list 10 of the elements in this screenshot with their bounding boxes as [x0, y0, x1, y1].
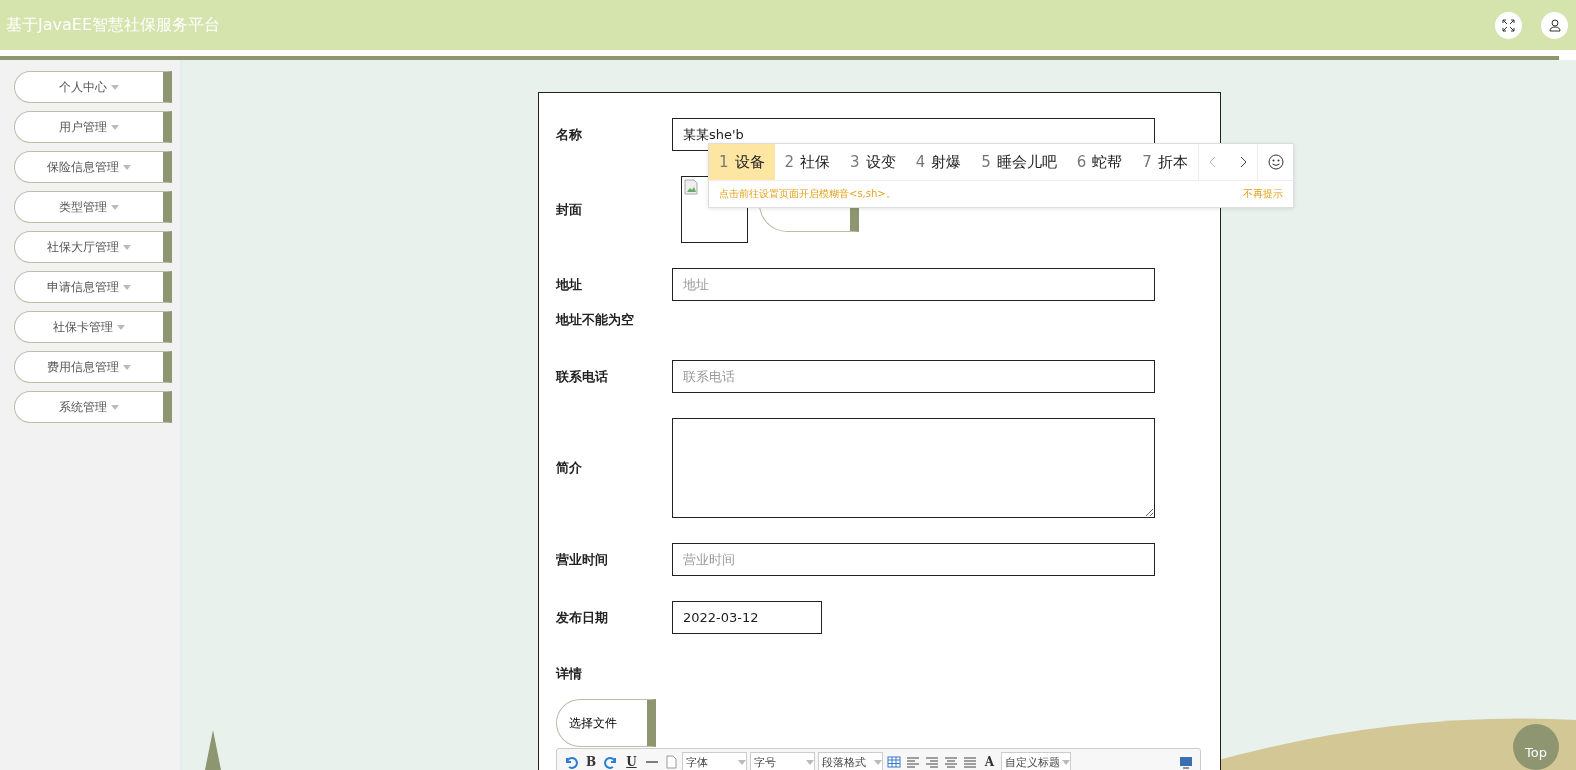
- field-label: 简介: [556, 459, 583, 477]
- app-title: 基于JavaEE智慧社保服务平台: [6, 14, 221, 36]
- field-label: 联系电话: [556, 367, 609, 386]
- field-label: 名称: [556, 125, 583, 144]
- field-label: 封面: [556, 200, 583, 219]
- field-label: 地址: [556, 275, 583, 294]
- error-message: 地址不能为空: [556, 311, 635, 329]
- field-label: 详情: [556, 665, 583, 683]
- field-label: 发布日期: [556, 608, 609, 627]
- field-label: 营业时间: [556, 550, 609, 569]
